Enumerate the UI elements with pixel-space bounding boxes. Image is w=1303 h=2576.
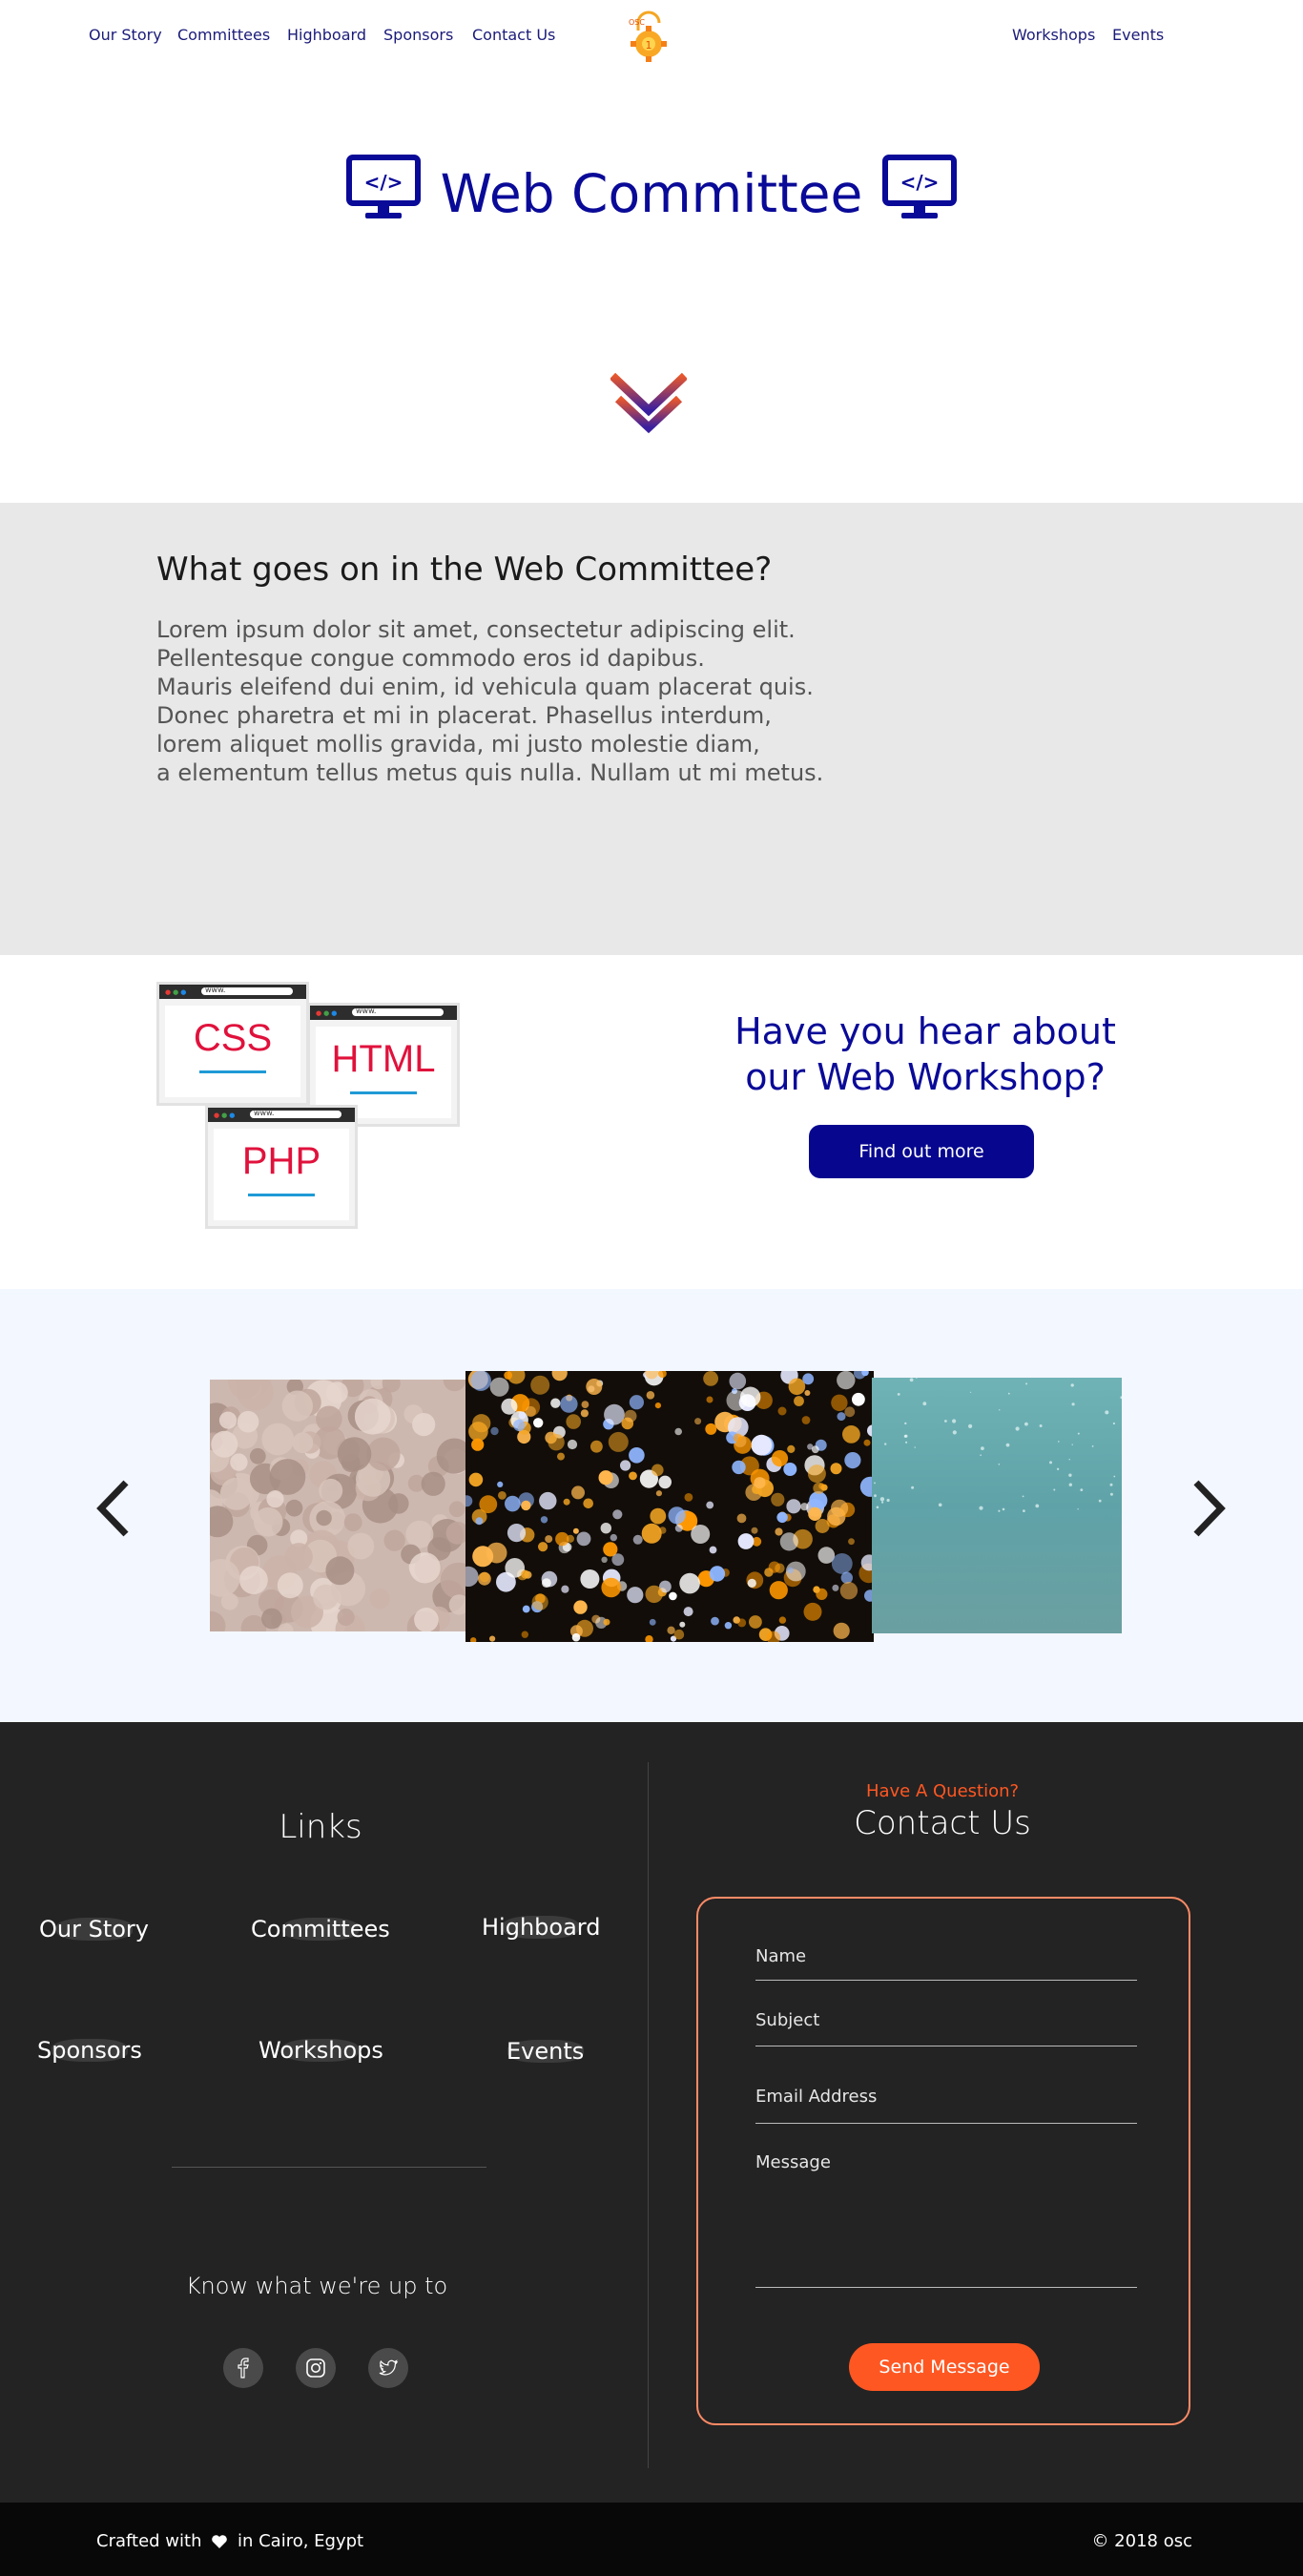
image-carousel (0, 1289, 1303, 1722)
carousel-slide-sequins[interactable] (210, 1380, 467, 1631)
name-field[interactable] (755, 1946, 1137, 1966)
message-field-wrapper (755, 2152, 1137, 2288)
footer-link-workshops[interactable]: Workshops (259, 2037, 383, 2064)
footer: Links Our Story Committees Highboard Spo… (0, 1722, 1303, 2503)
contact-form: Send Message (696, 1897, 1190, 2425)
twitter-icon[interactable] (368, 2348, 408, 2388)
about-line: Donec pharetra et mi in placerat. Phasel… (156, 702, 772, 729)
nav-contact-us[interactable]: Contact Us (472, 26, 555, 44)
crafted-suffix: in Cairo, Egypt (237, 2531, 364, 2551)
workshop-title-line: our Web Workshop? (745, 1056, 1106, 1098)
message-field[interactable] (755, 2152, 1137, 2253)
nav-events[interactable]: Events (1112, 26, 1164, 44)
about-line: Lorem ipsum dolor sit amet, consectetur … (156, 616, 796, 643)
crafted-text: Crafted with in Cairo, Egypt (96, 2531, 363, 2551)
php-browser-illustration: ●●● www. PHP (205, 1105, 358, 1229)
workshop-title-line: Have you hear about (734, 1010, 1116, 1052)
nav-sponsors[interactable]: Sponsors (383, 26, 453, 44)
question-text: Have A Question? (865, 1781, 1020, 1801)
svg-text:</>: </> (900, 171, 940, 194)
links-divider (172, 2167, 486, 2168)
code-monitor-icon: </> (882, 155, 958, 218)
css-browser-illustration: ●●● www. CSS (156, 982, 309, 1106)
css-label: CSS (193, 1017, 273, 1059)
bottom-bar: Crafted with in Cairo, Egypt © 2018 osc (0, 2503, 1303, 2576)
crafted-prefix: Crafted with (96, 2531, 202, 2551)
chevron-right-icon[interactable] (1177, 1475, 1234, 1542)
find-out-more-button[interactable]: Find out more (809, 1125, 1034, 1178)
about-text: Lorem ipsum dolor sit amet, consectetur … (156, 615, 1015, 787)
email-field[interactable] (755, 2087, 1137, 2107)
about-line: Mauris eleifend dui enim, id vehicula qu… (156, 674, 814, 700)
name-field-wrapper (755, 1946, 1137, 1981)
carousel-slide-water[interactable] (872, 1378, 1122, 1633)
about-line: lorem aliquet mollis gravida, mi justo m… (156, 731, 760, 758)
top-nav: Our Story Committees Highboard Sponsors … (0, 0, 1303, 71)
footer-divider (648, 1762, 649, 2468)
know-text: Know what we're up to (185, 2273, 448, 2299)
facebook-icon[interactable] (223, 2348, 263, 2388)
page-title: Web Committee (440, 163, 863, 224)
footer-link-our-story[interactable]: Our Story (39, 1916, 149, 1942)
nav-highboard[interactable]: Highboard (287, 26, 366, 44)
footer-link-highboard[interactable]: Highboard (482, 1914, 600, 1941)
html-label: HTML (331, 1038, 436, 1080)
nav-our-story[interactable]: Our Story (89, 26, 162, 44)
subject-field[interactable] (755, 2010, 1137, 2030)
nav-workshops[interactable]: Workshops (1012, 26, 1095, 44)
workshop-title: Have you hear about our Web Workshop? (687, 1008, 1164, 1100)
svg-text:</>: </> (363, 171, 403, 194)
links-title: Links (279, 1808, 362, 1846)
about-section: What goes on in the Web Committee? Lorem… (0, 503, 1303, 955)
logo-text: OSC (629, 18, 645, 27)
about-line: Pellentesque congue commodo eros id dapi… (156, 645, 705, 672)
about-line: a elementum tellus metus quis nulla. Nul… (156, 759, 824, 786)
hero: </> Web Committee </> (0, 155, 1303, 227)
heart-icon (212, 2535, 228, 2548)
svg-text:1: 1 (646, 39, 652, 52)
copyright-text: © 2018 osc (1091, 2531, 1192, 2551)
footer-link-committees[interactable]: Committees (251, 1916, 390, 1942)
nav-committees[interactable]: Committees (177, 26, 270, 44)
footer-link-sponsors[interactable]: Sponsors (37, 2037, 142, 2064)
scroll-down-chevron-icon[interactable] (610, 372, 687, 448)
about-heading: What goes on in the Web Committee? (156, 551, 773, 589)
instagram-icon[interactable] (296, 2348, 336, 2388)
workshop-section: ●●● www. CSS ●●● www. HTML ●●● www. PHP Hav… (0, 955, 1303, 1289)
footer-link-events[interactable]: Events (507, 2038, 584, 2065)
carousel-slide-bokeh[interactable] (465, 1371, 874, 1642)
code-monitor-icon: </> (345, 155, 421, 218)
send-message-button[interactable]: Send Message (849, 2343, 1040, 2391)
email-field-wrapper (755, 2087, 1137, 2124)
subject-field-wrapper (755, 2010, 1137, 2046)
osc-logo[interactable]: 1 OSC (625, 10, 672, 63)
php-label: PHP (241, 1140, 321, 1182)
contact-title: Contact Us (854, 1804, 1031, 1842)
chevron-left-icon[interactable] (88, 1475, 145, 1542)
